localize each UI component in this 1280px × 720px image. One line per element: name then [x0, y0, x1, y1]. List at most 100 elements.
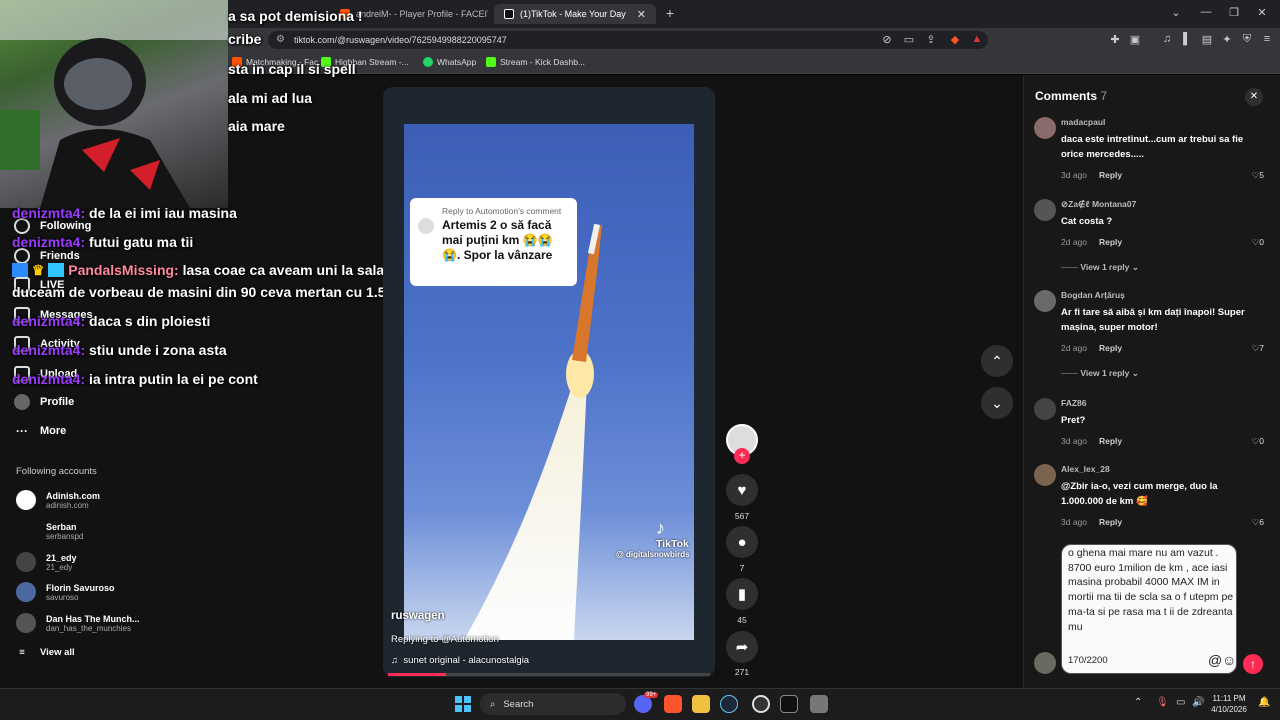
comment-username[interactable]: madacpaul: [1061, 117, 1105, 127]
post-comment-button[interactable]: ↑: [1243, 654, 1263, 674]
view-replies-label: View 1 reply: [1080, 262, 1130, 272]
comment-username[interactable]: ⊘Za∉ℓ Montana07: [1061, 199, 1136, 210]
sidebar-item-more[interactable]: ··· More: [14, 424, 66, 438]
close-window-button[interactable]: ✕: [1252, 6, 1272, 19]
avatar: [16, 521, 36, 541]
capcut-icon[interactable]: [780, 695, 798, 713]
network-icon[interactable]: ▭: [1176, 697, 1185, 708]
close-tab-icon[interactable]: ✕: [637, 8, 646, 21]
badge-icon: [48, 263, 65, 277]
comment-input-text: o ghena mai mare nu am vazut . 8700 euro…: [1068, 547, 1234, 633]
video-progress-bar[interactable]: [388, 673, 710, 676]
bookmark-item[interactable]: Stream - Kick Dashb...: [486, 57, 585, 67]
account-name: Dan Has The Munch...: [46, 613, 140, 624]
close-comments-button[interactable]: ✕: [1245, 88, 1263, 106]
leo-icon[interactable]: ✦: [1220, 33, 1234, 46]
comment-input[interactable]: o ghena mai mare nu am vazut . 8700 euro…: [1061, 544, 1237, 674]
avatar: [16, 582, 36, 602]
tray-chevron-icon[interactable]: ⌃: [1134, 697, 1142, 708]
comment-like[interactable]: ♡7: [1252, 343, 1264, 354]
avatar[interactable]: [1034, 464, 1056, 486]
watermark-label: TikTok: [656, 538, 689, 550]
emoji-icon[interactable]: ☺: [1222, 652, 1236, 668]
volume-icon[interactable]: 🔊: [1192, 697, 1204, 708]
mention-icon[interactable]: @: [1208, 652, 1222, 668]
reply-button[interactable]: Reply: [1099, 517, 1122, 527]
video-author[interactable]: ruswagen: [391, 610, 445, 622]
vpn-icon[interactable]: ⛨: [1240, 33, 1254, 46]
share-button[interactable]: ➦: [726, 631, 758, 663]
like-button[interactable]: ♥: [726, 474, 758, 506]
comment-like[interactable]: ♡6: [1252, 517, 1264, 528]
following-account[interactable]: Serban serbanspd: [16, 521, 83, 541]
wallet-icon[interactable]: ▤: [1200, 33, 1214, 46]
save-button[interactable]: ▮: [726, 578, 758, 610]
view-replies-button[interactable]: —— View 1 reply ⌄: [1061, 262, 1139, 273]
comment-like[interactable]: ♡0: [1252, 237, 1264, 248]
maximize-button[interactable]: ❐: [1224, 6, 1244, 19]
tab-search-icon[interactable]: ⌄: [1166, 6, 1186, 19]
comment-username[interactable]: Bogdan Arțăruș: [1061, 290, 1125, 300]
chat-message: duceam de vorbeau de masini din 90 ceva …: [12, 284, 421, 300]
comment-username[interactable]: Alex_lex_28: [1061, 464, 1110, 474]
view-replies-button[interactable]: —— View 1 reply ⌄: [1061, 368, 1139, 379]
avatar[interactable]: [1034, 398, 1056, 420]
screenshot-icon[interactable]: ▣: [1128, 33, 1142, 46]
comment-button[interactable]: ●: [726, 526, 758, 558]
following-account[interactable]: 21_edy 21_edy: [16, 552, 77, 572]
chat-message: ala mi ad lua: [228, 90, 312, 106]
menu-icon[interactable]: ≡: [1260, 33, 1274, 45]
brave-icon[interactable]: [664, 695, 682, 713]
extensions-icon[interactable]: ✚: [1108, 33, 1122, 46]
file-explorer-icon[interactable]: [692, 695, 710, 713]
next-video-button[interactable]: ⌄: [981, 387, 1013, 419]
reply-button[interactable]: Reply: [1099, 237, 1122, 247]
comment-like[interactable]: ♡0: [1252, 436, 1264, 447]
app-icon[interactable]: [752, 695, 770, 713]
comment-time: 3d ago: [1061, 436, 1087, 446]
like-count: 0: [1259, 237, 1264, 247]
steam-icon[interactable]: [720, 695, 738, 713]
brave-rewards-icon[interactable]: ▲: [970, 33, 984, 45]
reply-button[interactable]: Reply: [1099, 343, 1122, 353]
cast-icon[interactable]: ▭: [902, 33, 916, 46]
avatar[interactable]: [1034, 199, 1056, 221]
previous-video-button[interactable]: ⌃: [981, 345, 1013, 377]
avatar[interactable]: [1034, 290, 1056, 312]
site-info-icon[interactable]: ⚙: [276, 34, 285, 45]
sidebar-item-profile[interactable]: Profile: [14, 394, 74, 410]
following-account[interactable]: Dan Has The Munch... dan_has_the_munchies: [16, 613, 140, 633]
avatar: [418, 218, 434, 234]
avatar[interactable]: [1034, 117, 1056, 139]
minecraft-icon[interactable]: [810, 695, 828, 713]
heart-icon: ♥: [737, 481, 747, 499]
reply-button[interactable]: Reply: [1099, 436, 1122, 446]
chat-message: sta in cap il si spell: [228, 61, 356, 77]
taskbar-clock[interactable]: 11:11 PM 4/10/2026: [1206, 693, 1252, 715]
chat-text: ala mi ad lua: [228, 90, 313, 106]
more-icon: ···: [16, 424, 28, 438]
replying-label[interactable]: Replying to @Automotion: [391, 634, 499, 645]
windows-start-icon[interactable]: [455, 696, 471, 712]
reply-button[interactable]: Reply: [1099, 170, 1122, 180]
tab-tiktok[interactable]: (1)TikTok - Make Your Day ✕: [494, 4, 656, 24]
new-tab-button[interactable]: +: [660, 5, 680, 21]
sidebar-toggle-icon[interactable]: ▌: [1180, 33, 1194, 45]
minimize-button[interactable]: —: [1196, 6, 1216, 18]
comment-like[interactable]: ♡5: [1252, 170, 1264, 181]
sound-link[interactable]: ♫ sunet original - alacunostalgia: [391, 655, 529, 666]
bookmark-item[interactable]: WhatsApp: [423, 57, 476, 67]
view-all-link[interactable]: ≡ View all: [14, 647, 74, 658]
following-account[interactable]: Adinish.com adinish.com: [16, 490, 100, 510]
follow-plus-icon[interactable]: +: [734, 448, 750, 464]
comment-text: Cat costa ?: [1061, 216, 1113, 227]
taskbar-search[interactable]: ⌕ Search: [480, 693, 626, 715]
comment-username[interactable]: FAZ86: [1061, 398, 1087, 408]
music-icon[interactable]: ♫: [1160, 33, 1174, 45]
following-account[interactable]: Florin Savuroso savuroso: [16, 582, 115, 602]
microphone-icon[interactable]: 🎙: [1156, 697, 1169, 708]
share-icon[interactable]: ⇪: [924, 33, 938, 46]
no-tracking-icon[interactable]: ⊘: [880, 33, 894, 46]
notifications-icon[interactable]: 🔔: [1258, 697, 1270, 708]
brave-shield-icon[interactable]: ◆: [948, 33, 962, 46]
